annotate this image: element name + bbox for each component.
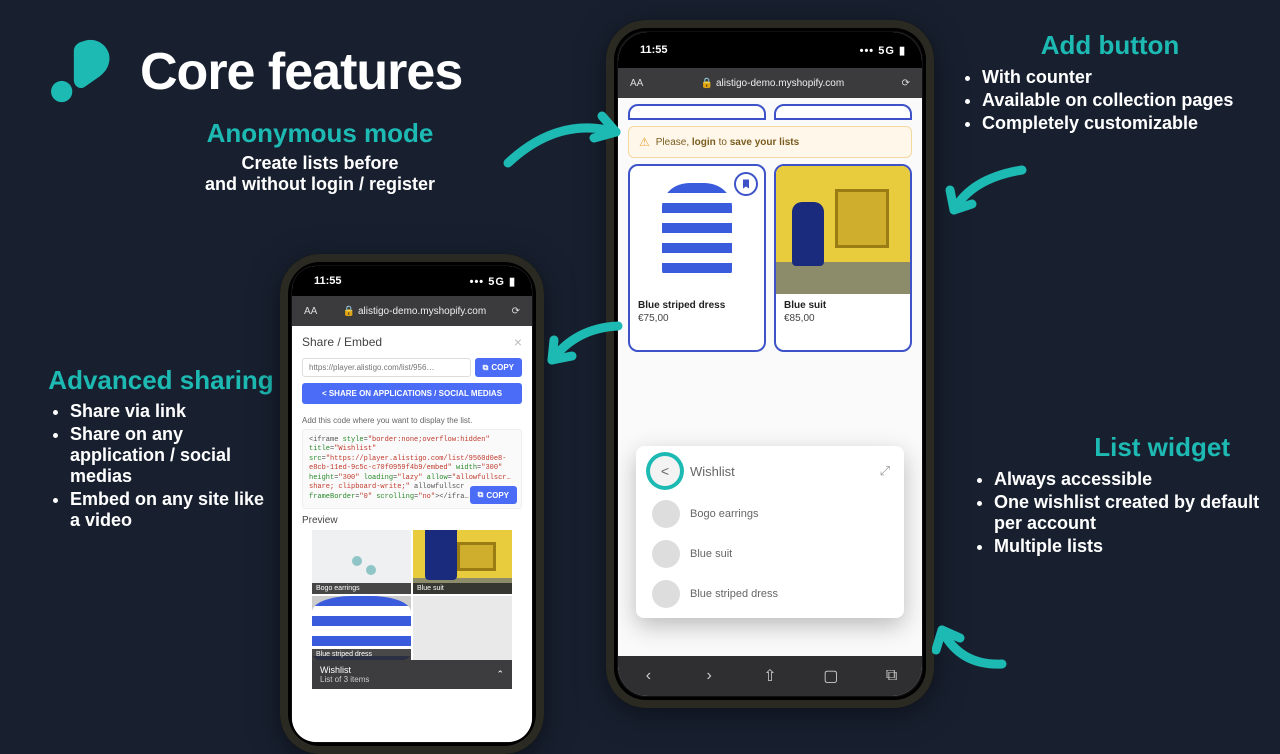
product-price: €75,00 (638, 313, 756, 324)
preview-footer[interactable]: WishlistList of 3 items ⌃ (312, 660, 512, 689)
preview-cell: Blue striped dress (312, 596, 411, 660)
status-signal: ••• 5G ▮ (860, 44, 906, 57)
anon-heading: Anonymous mode (160, 118, 480, 149)
listw-item: One wishlist created by default per acco… (994, 492, 1262, 534)
close-icon[interactable]: × (514, 334, 522, 350)
browser-address-bar[interactable]: AA 🔒 alistigo-demo.myshopify.com ⟳ (292, 296, 532, 326)
preview-cell: Blue suit (413, 530, 512, 594)
share-icon[interactable]: < (650, 456, 680, 486)
chevron-up-icon[interactable]: ⌃ (496, 669, 504, 680)
nav-bookmarks-icon[interactable]: ▢ (822, 666, 840, 686)
logo (48, 36, 124, 111)
nav-share-icon[interactable]: ⇧ (761, 666, 779, 686)
embed-hint: Add this code where you want to display … (302, 416, 522, 425)
phone-notch (706, 32, 834, 54)
login-alert: ⚠ Please, login to save your lists (628, 126, 912, 158)
browser-nav-bar: ‹ › ⇧ ▢ ⧉ (618, 656, 922, 696)
card-stub (628, 104, 766, 120)
addbtn-item: Available on collection pages (982, 90, 1260, 111)
adv-item: Share on any application / social medias (70, 424, 274, 487)
nav-forward-icon[interactable]: › (700, 667, 718, 685)
wishlist-item[interactable]: Bogo earrings (644, 494, 896, 534)
share-panel-title: Share / Embed× (302, 334, 522, 350)
product-card[interactable]: Blue suit €85,00 (774, 164, 912, 352)
nav-tabs-icon[interactable]: ⧉ (883, 667, 901, 685)
wishlist-item[interactable]: Blue striped dress (644, 574, 896, 614)
feature-list-widget: List widget Always accessible One wishli… (972, 432, 1262, 559)
phone-notch (362, 266, 463, 284)
listw-item: Always accessible (994, 469, 1262, 490)
wishlist-title: Wishlist (690, 464, 735, 479)
share-embed-panel: Share / Embed× ⧉ COPY < SHARE ON APPLICA… (292, 326, 532, 742)
product-name: Blue striped dress (638, 300, 756, 311)
bookmark-icon[interactable] (734, 172, 758, 196)
phone-mockup-shop: 11:55 ••• 5G ▮ AA 🔒 alistigo-demo.myshop… (606, 20, 934, 708)
status-time: 11:55 (640, 44, 668, 56)
share-apps-button[interactable]: < SHARE ON APPLICATIONS / SOCIAL MEDIAS (302, 383, 522, 404)
copy-url-button[interactable]: ⧉ COPY (475, 358, 522, 377)
product-price: €85,00 (784, 313, 902, 324)
embed-preview: Bogo earrings Blue suit Blue striped dre… (312, 530, 512, 660)
preview-cell-empty (413, 596, 512, 660)
refresh-icon[interactable]: ⟳ (902, 78, 910, 89)
anon-sub2: and without login / register (160, 174, 480, 195)
feature-advanced-sharing: Advanced sharing Share via link Share on… (48, 366, 274, 533)
product-name: Blue suit (784, 300, 902, 311)
text-size-icon[interactable]: AA (630, 78, 643, 89)
card-stub (774, 104, 912, 120)
browser-address-bar[interactable]: AA 🔒 alistigo-demo.myshopify.com ⟳ (618, 68, 922, 98)
nav-back-icon[interactable]: ‹ (639, 667, 657, 685)
addbtn-heading: Add button (960, 30, 1260, 61)
anon-sub1: Create lists before (160, 153, 480, 174)
refresh-icon[interactable]: ⟳ (512, 306, 520, 317)
wishlist-widget[interactable]: < Wishlist ⤢ Bogo earrings Blue suit Blu… (636, 446, 904, 618)
adv-heading: Advanced sharing (48, 366, 274, 395)
product-card[interactable]: Blue striped dress €75,00 (628, 164, 766, 352)
copy-code-button[interactable]: ⧉ COPY (470, 486, 517, 504)
feature-anonymous-mode: Anonymous mode Create lists before and w… (160, 118, 480, 195)
preview-label: Preview (302, 515, 522, 526)
arrow-icon (932, 618, 1012, 678)
url-text: 🔒 alistigo-demo.myshopify.com (653, 78, 891, 89)
status-signal: ••• 5G ▮ (470, 275, 516, 288)
status-time: 11:55 (314, 275, 342, 287)
page-title: Core features (140, 42, 462, 102)
alert-text: Please, login to save your lists (656, 137, 799, 148)
share-url-input[interactable] (302, 358, 471, 377)
adv-item: Embed on any site like a video (70, 489, 274, 531)
phone-mockup-share: 11:55 ••• 5G ▮ AA 🔒 alistigo-demo.myshop… (280, 254, 544, 754)
adv-item: Share via link (70, 401, 274, 422)
feature-add-button: Add button With counter Available on col… (960, 30, 1260, 136)
embed-code-box[interactable]: <iframe style="border:none;overflow:hidd… (302, 429, 522, 509)
listw-heading: List widget (972, 432, 1230, 463)
url-text: 🔒 alistigo-demo.myshopify.com (327, 306, 501, 317)
expand-icon[interactable]: ⤢ (880, 463, 890, 479)
product-image (662, 183, 732, 278)
listw-item: Multiple lists (994, 536, 1262, 557)
addbtn-item: With counter (982, 67, 1260, 88)
text-size-icon[interactable]: AA (304, 306, 317, 317)
addbtn-item: Completely customizable (982, 113, 1260, 134)
arrow-icon (942, 162, 1032, 222)
warning-icon: ⚠ (639, 135, 650, 149)
product-image (776, 166, 910, 294)
shop-collection-page: ⚠ Please, login to save your lists Blue … (618, 98, 922, 656)
preview-cell: Bogo earrings (312, 530, 411, 594)
wishlist-item[interactable]: Blue suit (644, 534, 896, 574)
